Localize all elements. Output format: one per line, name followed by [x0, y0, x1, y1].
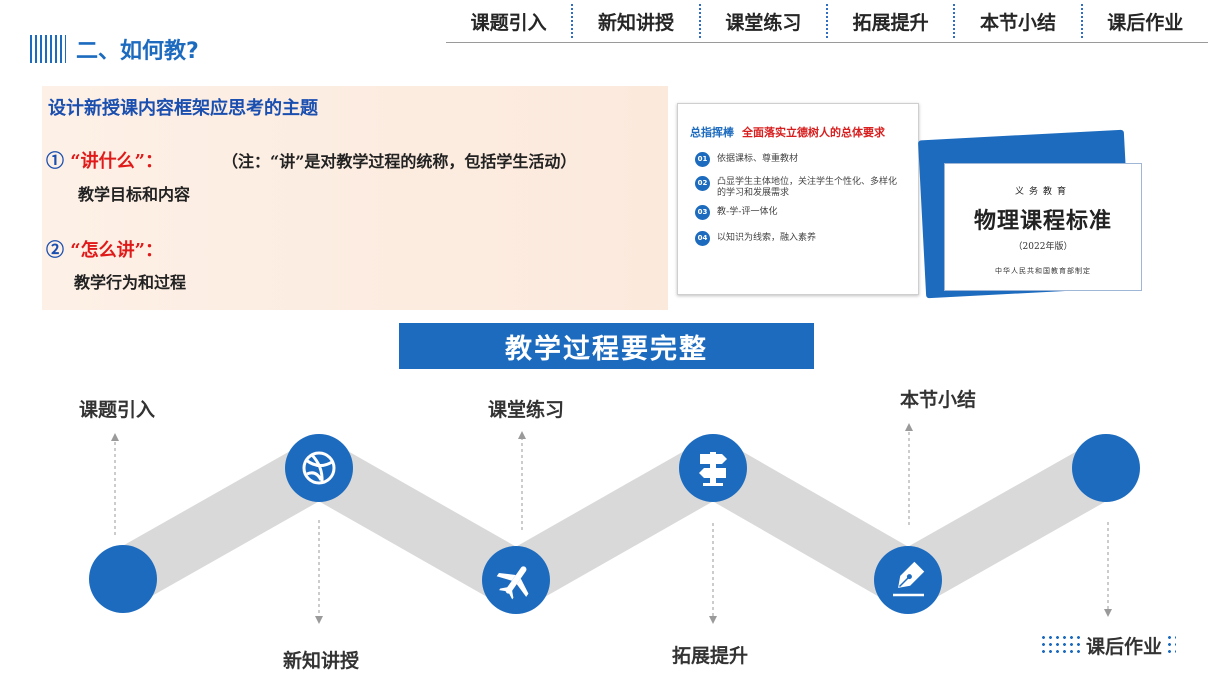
requirements-title: 总指挥棒 全面落实立德树人的总体要求 — [690, 124, 885, 140]
step-label-summary: 本节小结 — [900, 389, 977, 411]
node-circle — [1072, 434, 1140, 502]
arrow-head — [1104, 609, 1112, 617]
tab-homework[interactable]: 课后作业 — [1083, 0, 1208, 42]
step-label-extension: 拓展提升 — [672, 645, 749, 667]
node-circle — [89, 545, 157, 613]
process-path — [89, 423, 1140, 624]
number-badge: 01 — [695, 152, 710, 167]
tab-classroom-practice[interactable]: 课堂练习 — [701, 0, 826, 42]
number-badge: 04 — [695, 231, 710, 246]
framework-title: 设计新授课内容框架应思考的主题 — [48, 98, 318, 119]
requirements-title-b: 全面落实立德树人的总体要求 — [742, 126, 885, 139]
book-edition: （2022年版） — [1013, 242, 1073, 252]
requirement-item: 04 以知识为线索，融入素养 — [695, 231, 910, 246]
question-1: ① “讲什么”： — [46, 147, 163, 173]
book-publisher: 中华人民共和国教育部制定 — [995, 267, 1091, 275]
arrow-head — [315, 616, 323, 624]
section-title: 二、如何教? — [76, 39, 199, 64]
curriculum-standard-book: 义务教育 物理课程标准 （2022年版） 中华人民共和国教育部制定 — [918, 129, 1142, 299]
requirement-item: 03 教-学-评一体化 — [695, 205, 910, 220]
step-label-homework: 课后作业 — [1085, 635, 1162, 658]
requirement-text: 依据课标、尊重教材 — [717, 154, 799, 164]
dot-pattern-icon — [1039, 634, 1082, 656]
number-badge: 03 — [695, 205, 710, 220]
tab-intro[interactable]: 课题引入 — [446, 0, 571, 42]
tab-summary[interactable]: 本节小结 — [955, 0, 1080, 42]
requirements-title-a: 总指挥棒 — [690, 126, 734, 139]
dot-pattern-icon — [1166, 634, 1176, 656]
arrow-head — [709, 616, 717, 624]
question-2-label: “怎么讲”： — [70, 240, 163, 261]
question-1-number: ① — [46, 151, 64, 172]
top-navigation: 课题引入 新知讲授 课堂练习 拓展提升 本节小结 课后作业 — [446, 0, 1208, 43]
question-1-label: “讲什么”： — [70, 151, 163, 172]
curriculum-requirements-card: 总指挥棒 全面落实立德树人的总体要求 01 依据课标、尊重教材 02 凸显学生主体… — [677, 103, 919, 295]
framework-panel: 设计新授课内容框架应思考的主题 ① “讲什么”： （注：“讲”是对教学过程的统称… — [42, 86, 668, 310]
teaching-process-diagram: 课题引入 新知讲授 课堂练习 拓展提升 本节小结 — [0, 370, 1208, 680]
airplane-icon — [482, 546, 550, 614]
arrow-head — [111, 433, 119, 441]
homework-label-box: 课后作业 — [1034, 628, 1182, 662]
question-1-note: （注：“讲”是对教学过程的统称，包括学生活动） — [222, 152, 577, 171]
requirement-item: 02 凸显学生主体地位，关注学生个性化、多样化的学习和发展需求 — [695, 176, 910, 199]
tab-extension[interactable]: 拓展提升 — [828, 0, 953, 42]
process-banner: 教学过程要完整 — [399, 323, 814, 369]
book-title-page: 义务教育 物理课程标准 （2022年版） 中华人民共和国教育部制定 — [944, 163, 1142, 291]
tab-new-knowledge[interactable]: 新知讲授 — [573, 0, 698, 42]
step-label-intro: 课题引入 — [79, 399, 156, 421]
stripes-icon — [30, 35, 66, 63]
step-label-practice: 课堂练习 — [488, 399, 565, 421]
question-2-number: ② — [46, 240, 64, 261]
question-2-answer: 教学行为和过程 — [74, 273, 187, 292]
question-1-answer: 教学目标和内容 — [78, 185, 191, 204]
arrow-head — [518, 431, 526, 439]
number-badge: 02 — [695, 176, 710, 191]
book-series: 义务教育 — [1014, 187, 1071, 197]
zigzag-path — [94, 439, 1135, 609]
requirement-text: 以知识为线索，融入素养 — [717, 233, 817, 243]
requirement-text: 凸显学生主体地位，关注学生个性化、多样化的学习和发展需求 — [717, 177, 898, 198]
book-title: 物理课程标准 — [973, 208, 1112, 234]
requirement-item: 01 依据课标、尊重教材 — [695, 152, 910, 167]
step-label-new-knowledge: 新知讲授 — [283, 650, 360, 672]
pen-icon — [874, 546, 942, 614]
signpost-icon — [679, 434, 747, 502]
basketball-icon — [285, 434, 353, 502]
arrow-head — [905, 423, 913, 431]
requirement-text: 教-学-评一体化 — [717, 207, 778, 217]
question-2: ② “怎么讲”： — [46, 236, 163, 262]
section-heading: 二、如何教? — [30, 33, 199, 65]
